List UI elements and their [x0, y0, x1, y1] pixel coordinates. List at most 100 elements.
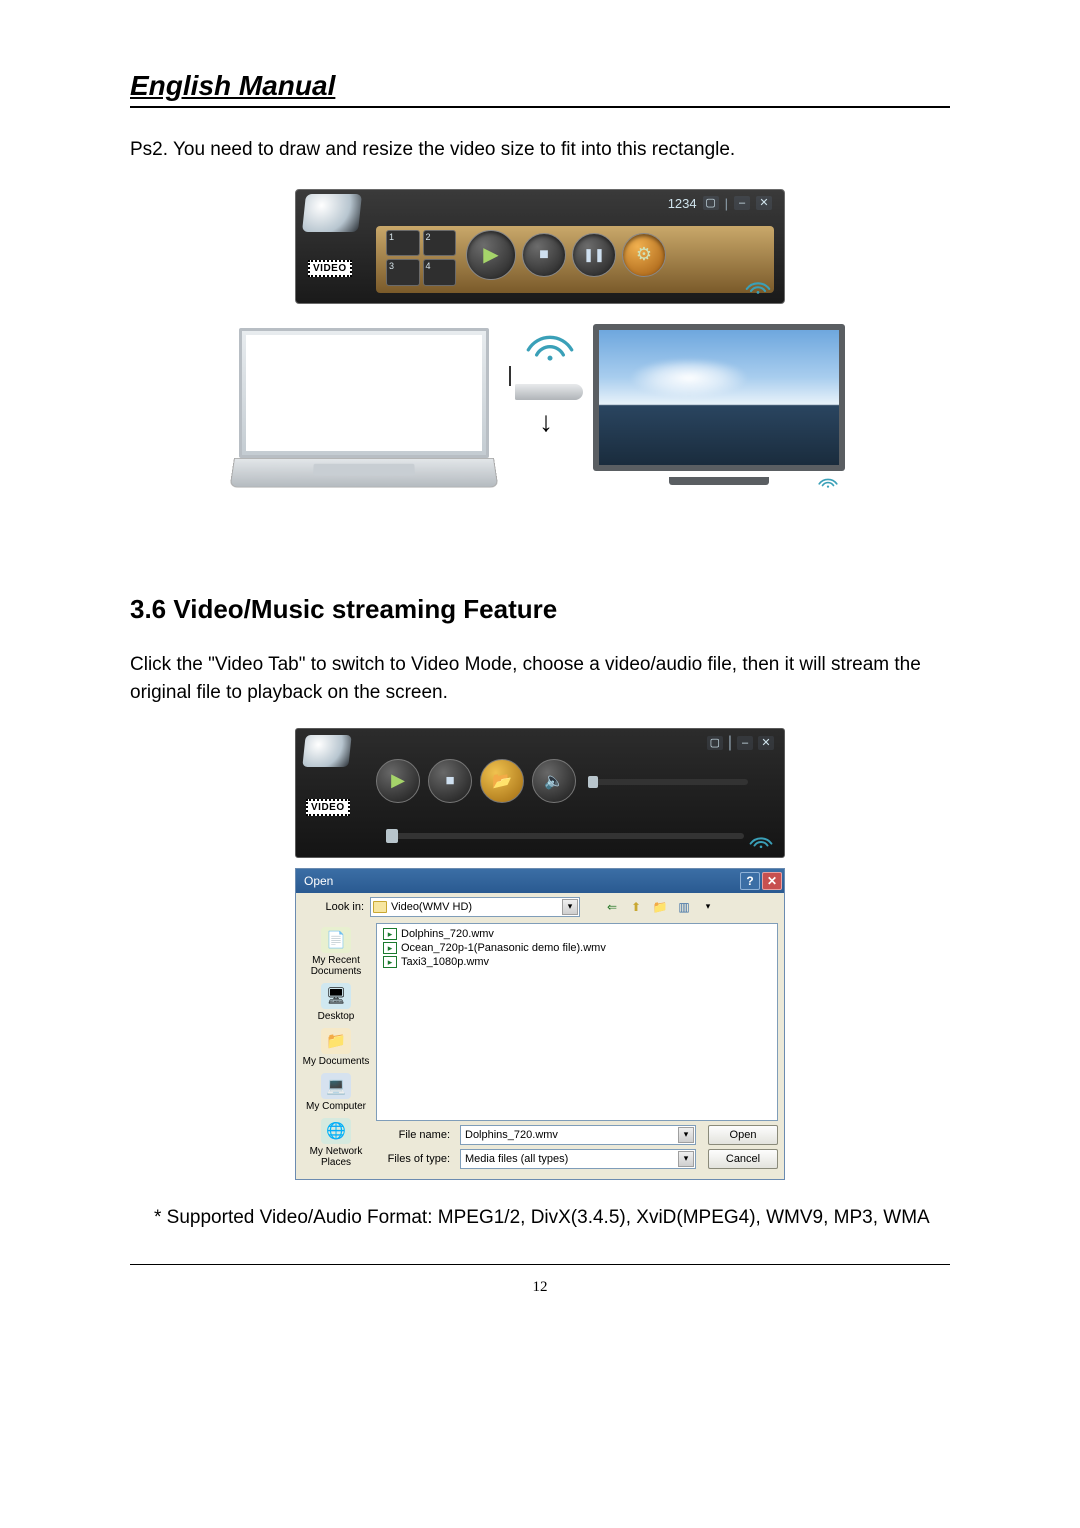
chevron-down-icon[interactable]: ▾ — [678, 1151, 694, 1167]
open-file-button[interactable]: 📂 — [480, 759, 524, 803]
place-mycomputer[interactable]: 💻 My Computer — [298, 1073, 374, 1112]
pause-icon: ❚❚ — [583, 247, 605, 263]
video-tab-label[interactable]: VIDEO — [306, 799, 350, 816]
file-type-value: Media files (all types) — [465, 1153, 568, 1165]
header-rule — [130, 106, 950, 108]
open-button[interactable]: Open — [708, 1125, 778, 1145]
list-item[interactable]: Dolphins_720.wmv — [383, 928, 771, 940]
place-desktop[interactable]: 🖥 Desktop — [298, 983, 374, 1022]
seek-slider[interactable] — [386, 833, 744, 839]
up-button[interactable]: ⬆ — [626, 898, 646, 916]
help-button[interactable]: ? — [740, 872, 760, 890]
wifi-icon — [748, 829, 774, 849]
video-player-figure: ▢ | – ✕ ▶ ■ 📂 🔈 VIDEO — [295, 728, 785, 858]
channel-grid: 1 2 3 4 — [386, 230, 456, 286]
look-in-value: Video(WMV HD) — [391, 901, 472, 913]
wifi-signal-icon — [525, 324, 575, 364]
file-list[interactable]: Dolphins_720.wmv Ocean_720p-1(Panasonic … — [376, 923, 778, 1121]
close-button[interactable]: ✕ — [762, 872, 782, 890]
dialog-titlebar: Open ? ✕ — [296, 869, 784, 893]
media-file-icon — [383, 928, 397, 940]
video-tab-label[interactable]: VIDEO — [308, 260, 352, 277]
volume-slider[interactable] — [588, 779, 748, 785]
wifi-icon — [817, 471, 839, 489]
views-menu-arrow[interactable]: ▾ — [698, 898, 718, 916]
channel-1[interactable]: 1 — [386, 230, 420, 257]
pause-button[interactable]: ❚❚ — [572, 233, 616, 277]
arrow-down-icon: ↓ — [539, 406, 553, 438]
dialog-toolbar: ⇐ ⬆ 📁 ▥ ▾ — [602, 898, 718, 916]
cancel-button[interactable]: Cancel — [708, 1149, 778, 1169]
new-folder-button[interactable]: 📁 — [650, 898, 670, 916]
router-icon — [515, 384, 583, 400]
section-text: Click the "Video Tab" to switch to Video… — [130, 651, 950, 708]
places-bar: 📄 My Recent Documents 🖥 Desktop 📁 My Doc… — [296, 921, 376, 1179]
file-name-input[interactable]: Dolphins_720.wmv ▾ — [460, 1125, 696, 1145]
network-icon: 🌐 — [321, 1118, 351, 1144]
player-title-text: 1234 — [668, 196, 697, 211]
restore-icon[interactable]: ▢ — [703, 196, 719, 210]
minimize-icon[interactable]: – — [737, 736, 753, 750]
stop-button[interactable]: ■ — [428, 759, 472, 803]
stop-button[interactable]: ■ — [522, 233, 566, 277]
media-file-icon — [383, 942, 397, 954]
close-icon[interactable]: ✕ — [756, 196, 772, 210]
recent-documents-icon: 📄 — [321, 927, 351, 953]
section-heading: 3.6 Video/Music streaming Feature — [130, 594, 950, 625]
play-button[interactable]: ▶ — [376, 759, 420, 803]
minimize-icon[interactable]: – — [734, 196, 750, 210]
player2-controls: ▶ ■ 📂 🔈 — [376, 759, 576, 803]
back-button[interactable]: ⇐ — [602, 898, 622, 916]
youtube-tube: Tube — [367, 367, 401, 381]
player-controls: ▶ ■ ❚❚ ⚙ — [466, 230, 666, 280]
youtube-you: You — [344, 367, 366, 381]
stop-icon: ■ — [445, 772, 454, 789]
list-item[interactable]: Taxi3_1080p.wmv — [383, 956, 771, 968]
volume-button[interactable]: 🔈 — [532, 759, 576, 803]
look-in-combo[interactable]: Video(WMV HD) ▾ — [370, 897, 580, 917]
place-mydocuments[interactable]: 📁 My Documents — [298, 1028, 374, 1067]
supported-formats-note: * Supported Video/Audio Format: MPEG1/2,… — [166, 1204, 950, 1233]
media-file-icon — [383, 956, 397, 968]
wifi-icon — [744, 273, 772, 295]
footer-rule — [130, 1264, 950, 1265]
views-button[interactable]: ▥ — [674, 898, 694, 916]
device-icon — [302, 735, 351, 767]
close-icon[interactable]: ✕ — [758, 736, 774, 750]
player-bar-figure: 1234 ▢ | – ✕ 1 2 3 4 ▶ ■ ❚ — [295, 189, 785, 304]
play-icon: ▶ — [483, 242, 498, 267]
play-icon: ▶ — [391, 770, 405, 791]
channel-4[interactable]: 4 — [423, 259, 457, 286]
dialog-title: Open — [304, 874, 333, 888]
stop-icon: ■ — [539, 246, 549, 264]
place-recent[interactable]: 📄 My Recent Documents — [298, 927, 374, 977]
device-icon — [302, 194, 362, 232]
chevron-down-icon[interactable]: ▾ — [562, 899, 578, 915]
play-button[interactable]: ▶ — [466, 230, 516, 280]
computer-icon: 💻 — [321, 1073, 351, 1099]
file-name-value: Dolphins_720.wmv — [465, 1129, 558, 1141]
file-name: Ocean_720p-1(Panasonic demo file).wmv — [401, 942, 606, 954]
list-item[interactable]: Ocean_720p-1(Panasonic demo file).wmv — [383, 942, 771, 954]
file-type-combo[interactable]: Media files (all types) ▾ — [460, 1149, 696, 1169]
settings-button[interactable]: ⚙ — [622, 233, 666, 277]
gear-icon: ⚙ — [636, 244, 652, 265]
laptop-icon: YouTube — [239, 328, 489, 493]
place-network[interactable]: 🌐 My Network Places — [298, 1118, 374, 1168]
channel-3[interactable]: 3 — [386, 259, 420, 286]
speaker-icon: 🔈 — [544, 771, 564, 791]
chevron-down-icon[interactable]: ▾ — [678, 1127, 694, 1143]
restore-icon[interactable]: ▢ — [707, 736, 723, 750]
folder-icon — [373, 901, 387, 913]
page-number: 12 — [130, 1279, 950, 1296]
documents-icon: 📁 — [321, 1028, 351, 1054]
file-name-label: File name: — [376, 1129, 454, 1141]
place-label: My Recent Documents — [298, 955, 374, 977]
channel-2[interactable]: 2 — [423, 230, 457, 257]
file-name: Dolphins_720.wmv — [401, 928, 494, 940]
tv-icon — [593, 324, 845, 485]
intro-text: Ps2. You need to draw and resize the vid… — [130, 136, 950, 165]
place-label: My Computer — [306, 1101, 366, 1112]
desktop-icon: 🖥 — [321, 983, 351, 1009]
place-label: My Network Places — [298, 1146, 374, 1168]
